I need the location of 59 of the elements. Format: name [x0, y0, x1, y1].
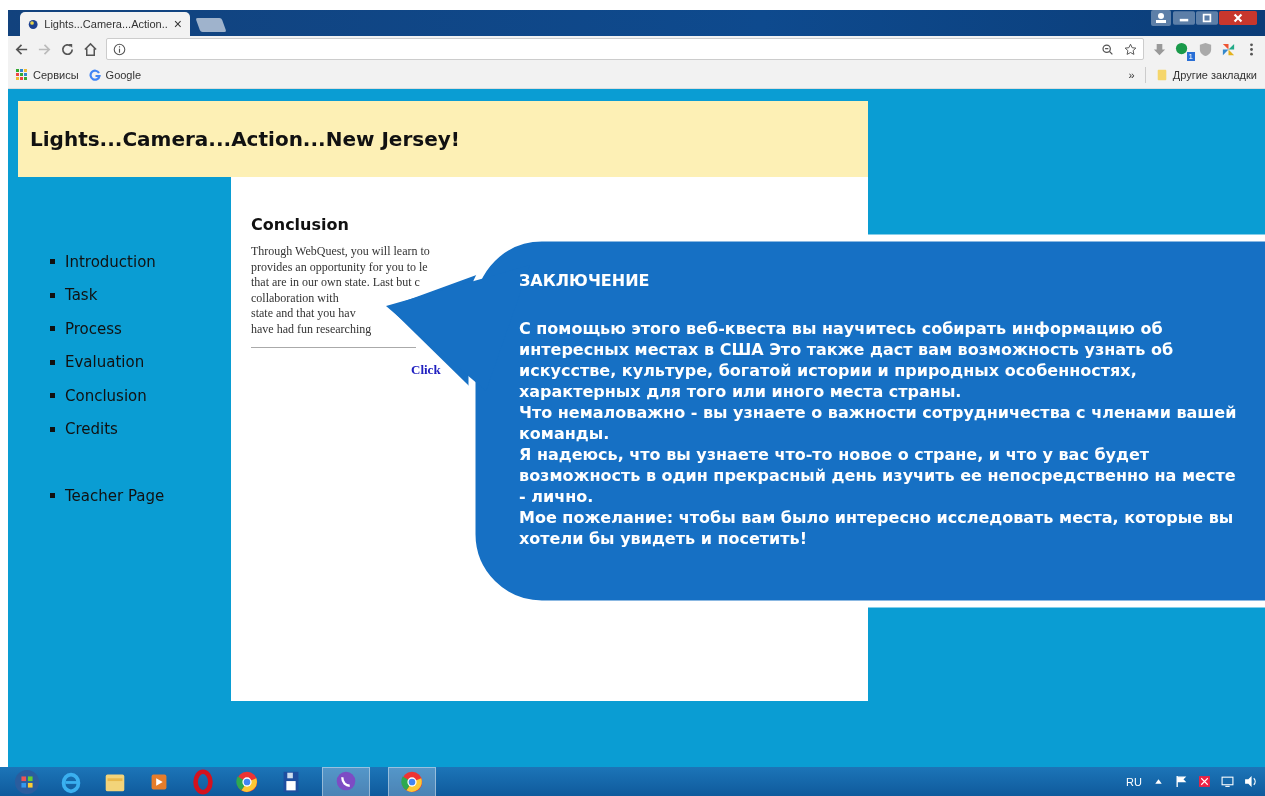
nav-link[interactable]: Teacher Page: [65, 486, 165, 505]
site-title: Lights...Camera...Action...New Jersey!: [30, 127, 460, 151]
grid-icon: [16, 69, 28, 81]
extension-badge: 1: [1186, 51, 1195, 61]
close-tab-button[interactable]: ×: [173, 16, 182, 32]
body-text-line: that are in our own state. Last but c: [251, 275, 420, 291]
bubble-paragraph: Мое пожелание: чтобы вам было интересно исследовать места, которые вы хотели бы увидеть и посетить!: [519, 507, 1235, 549]
bookmark-link[interactable]: Сервисы: [16, 69, 79, 81]
bookmark-link[interactable]: Google: [88, 69, 142, 81]
bullet-icon: [50, 359, 55, 365]
profile-icon[interactable]: [1150, 10, 1172, 26]
pinwheel-icon[interactable]: [1221, 41, 1236, 57]
language-indicator[interactable]: RU: [1126, 775, 1142, 788]
body-text-line: provides an opportunity for you to le: [251, 259, 428, 275]
bullet-icon: [50, 426, 55, 432]
bubble-heading: ЗАКЛЮЧЕНИЕ: [519, 271, 650, 290]
tab-title: Lights...Camera...Action..: [44, 18, 168, 30]
section-heading: Conclusion: [251, 215, 350, 234]
bullet-icon: [50, 393, 55, 399]
download-icon[interactable]: [1152, 41, 1167, 57]
flag-icon[interactable]: [1175, 775, 1188, 788]
click-link[interactable]: Click: [411, 362, 441, 378]
zoom-icon[interactable]: [1101, 42, 1114, 56]
bubble-paragraph: Я надеюсь, что вы узнаете что-то новое о стране, и что у вас будет возможность в один прекрасный день изучить ее непосредственно на месте - лично.: [519, 444, 1237, 507]
bullet-icon: [50, 259, 55, 265]
bookmark-folder[interactable]: Другие закладки: [1155, 69, 1257, 81]
close-icon[interactable]: [1219, 10, 1257, 26]
nav-link[interactable]: Introduction: [65, 252, 156, 271]
network-warning-icon[interactable]: [1198, 775, 1211, 788]
bubble-paragraph: С помощью этого веб-квеста вы научитесь собирать информацию об интересных местах в США Это также даст вам возможность узнать об искусстве, культуре, богатой истории и природных особенностях, характерных для того или иного места страны.: [519, 318, 1175, 402]
bullet-icon: [50, 493, 55, 499]
monitor-icon[interactable]: [1221, 775, 1234, 788]
reload-icon[interactable]: [60, 41, 75, 57]
bullet-icon: [50, 326, 55, 332]
bubble-paragraph: Что немаловажно - вы узнаете о важности сотрудничества с членами вашей команды.: [519, 402, 1237, 444]
start-button[interactable]: [14, 768, 40, 795]
folder-icon: [1155, 69, 1168, 81]
info-icon[interactable]: [113, 42, 126, 56]
nav-link[interactable]: Task: [65, 286, 98, 305]
nav-link[interactable]: Evaluation: [65, 353, 145, 372]
globe-icon: [28, 17, 39, 31]
g-logo-icon: [88, 69, 101, 81]
nav-link[interactable]: Credits: [65, 420, 118, 439]
body-text-line: collaboration with: [251, 290, 339, 306]
body-text-line: Through WebQuest, you will learn to: [251, 244, 430, 260]
restore-icon[interactable]: [1196, 10, 1218, 26]
minimize-icon[interactable]: [1173, 10, 1195, 26]
nav-link[interactable]: Process: [65, 319, 122, 338]
speaker-icon[interactable]: [1244, 775, 1257, 788]
new-tab-button[interactable]: [195, 18, 227, 32]
address-field[interactable]: [106, 38, 1144, 60]
body-text-line: have had fun researching: [251, 321, 372, 337]
star-icon[interactable]: [1124, 42, 1137, 56]
more-bookmarks-button[interactable]: »: [1128, 69, 1135, 81]
home-icon[interactable]: [83, 41, 98, 57]
bullet-icon: [50, 292, 55, 298]
nav-link[interactable]: Conclusion: [65, 386, 147, 405]
body-text-line: state and that you hav: [251, 306, 356, 322]
browser-tab[interactable]: Lights...Camera...Action.. ×: [20, 12, 190, 36]
